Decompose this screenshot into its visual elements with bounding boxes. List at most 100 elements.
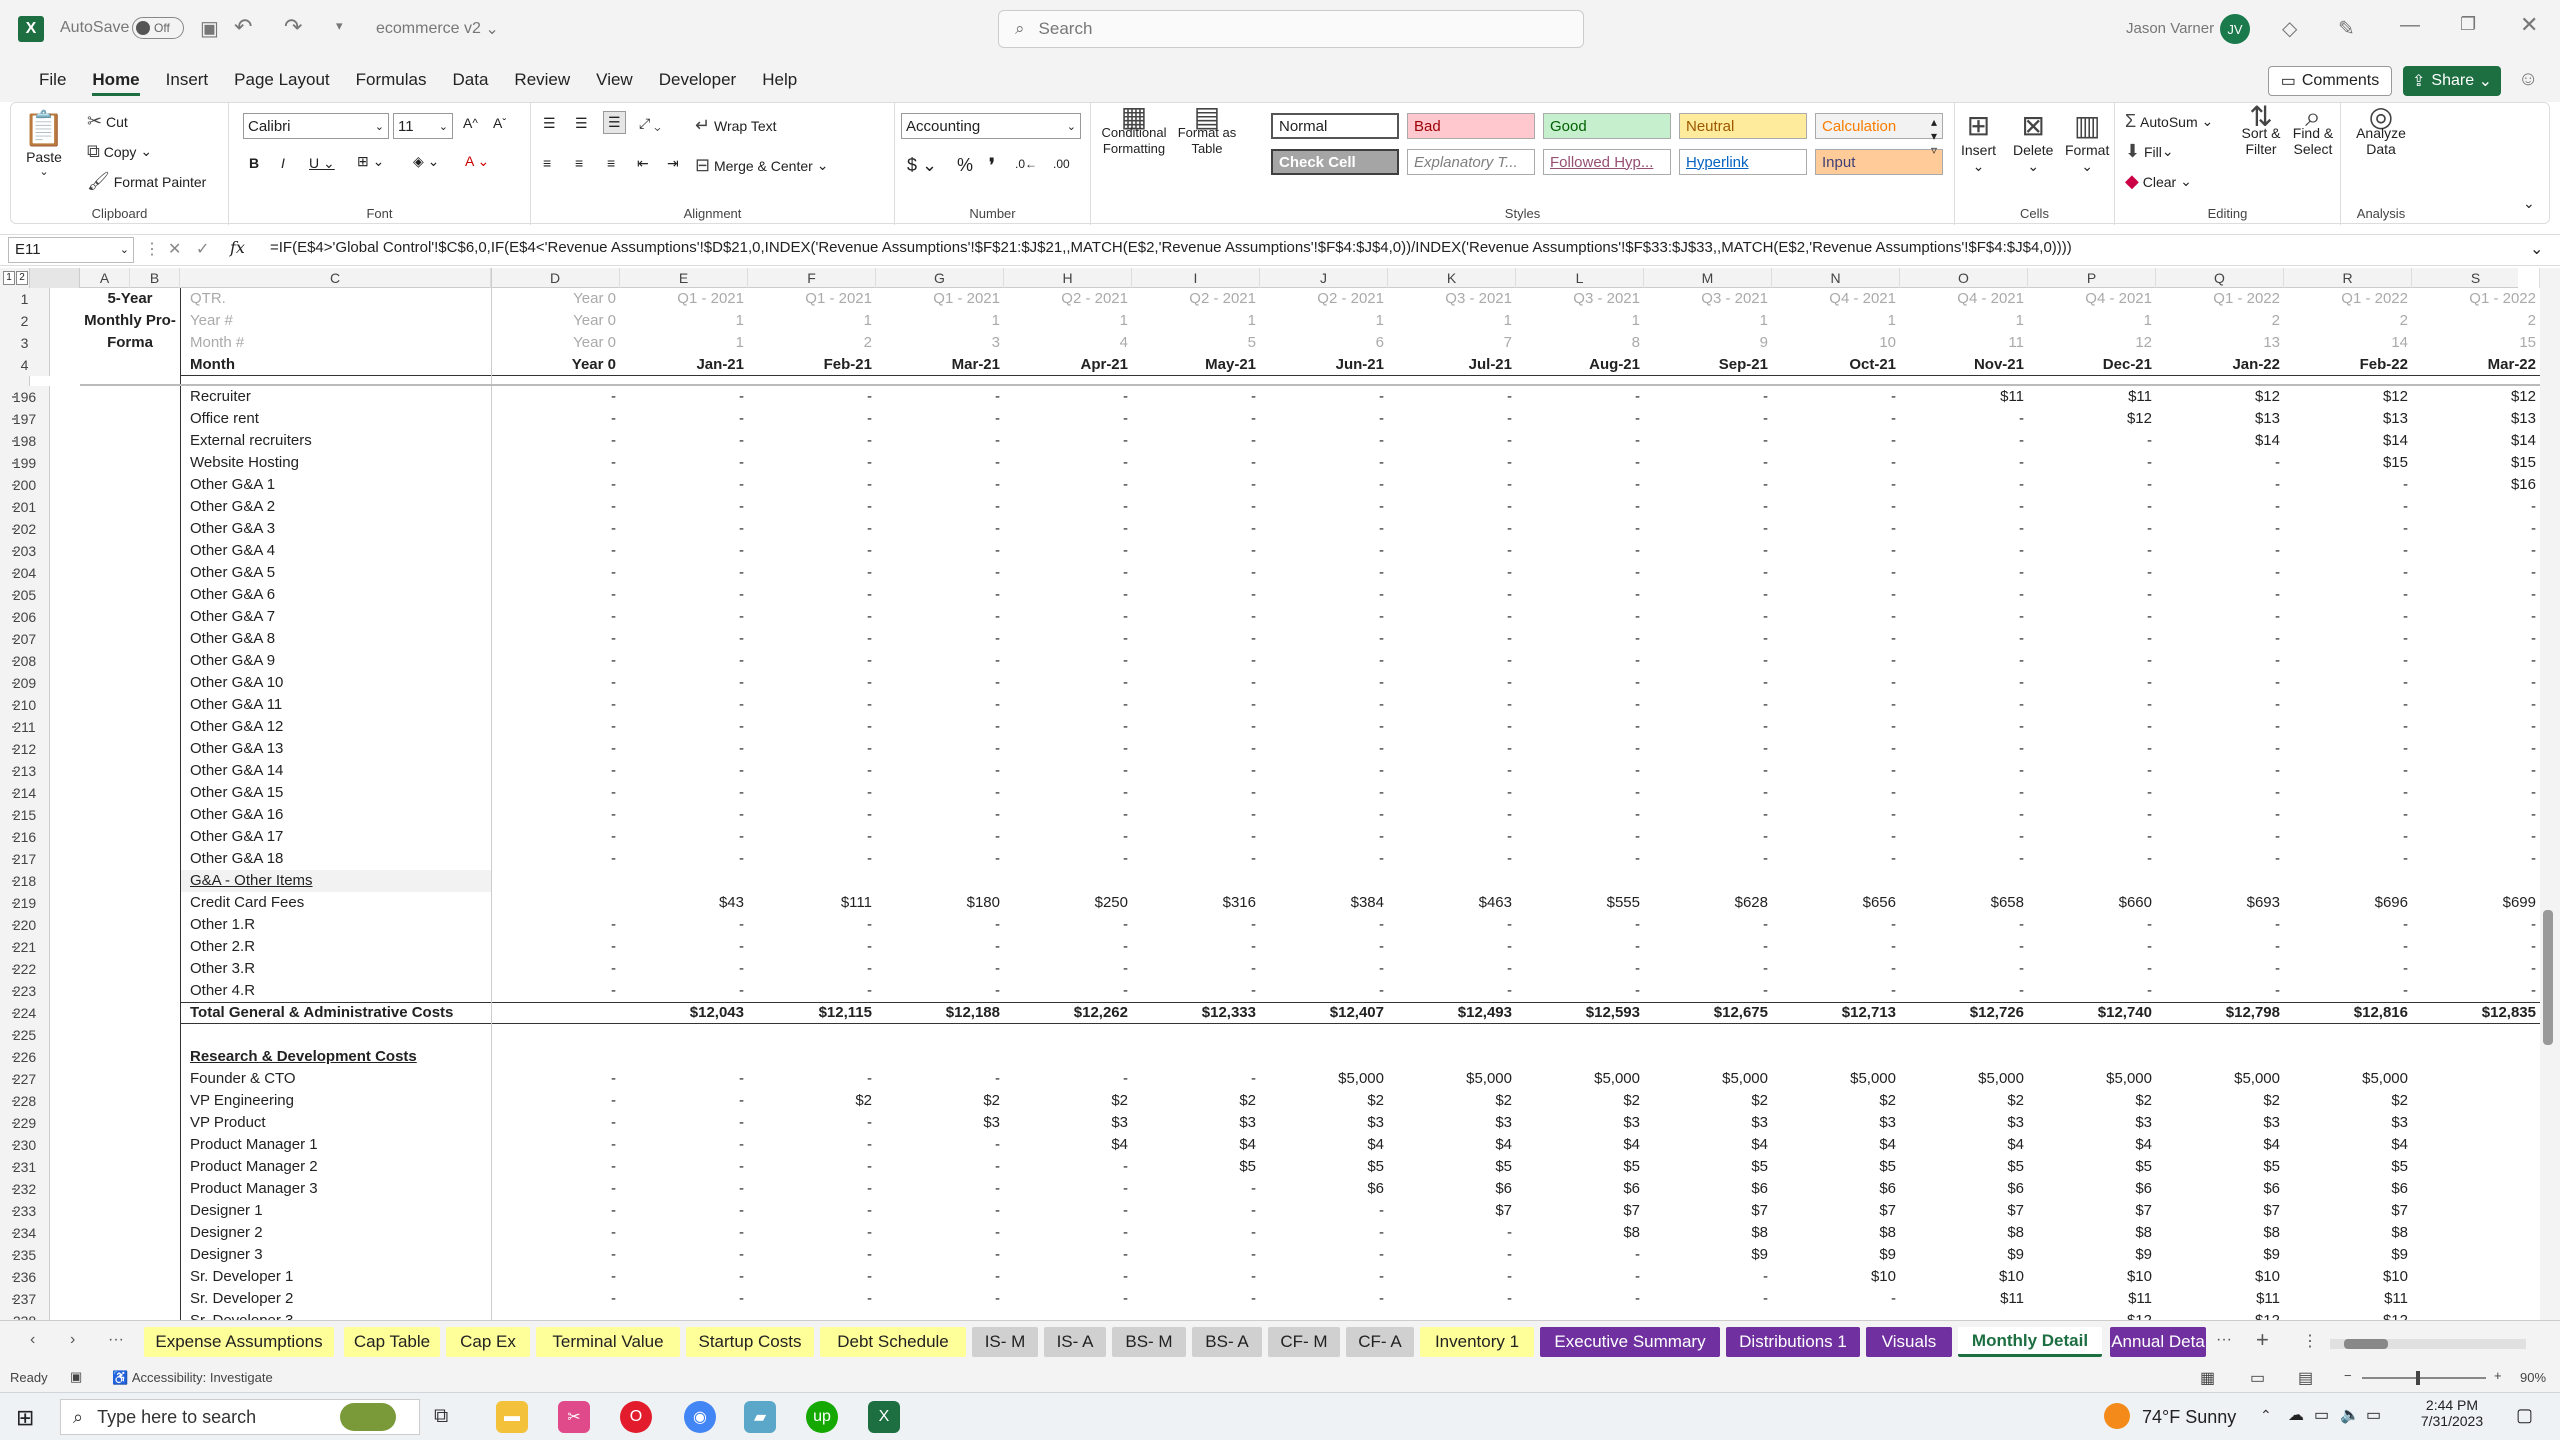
- row-header[interactable]: 211: [0, 716, 50, 738]
- data-cell[interactable]: -: [1388, 1310, 1516, 1320]
- data-cell[interactable]: -: [2156, 628, 2284, 650]
- data-cell[interactable]: -: [1132, 540, 1260, 562]
- cell-style-bad[interactable]: Bad: [1407, 113, 1535, 139]
- data-cell[interactable]: -: [1004, 518, 1132, 540]
- data-cell[interactable]: [2412, 1244, 2540, 1266]
- data-cell[interactable]: -: [620, 936, 748, 958]
- sheet-tab-bs-a[interactable]: BS- A: [1192, 1327, 1262, 1357]
- data-cell[interactable]: -: [748, 760, 876, 782]
- data-cell[interactable]: -: [491, 496, 620, 518]
- data-cell[interactable]: -: [1900, 914, 2028, 936]
- row-header[interactable]: 208: [0, 650, 50, 672]
- data-cell[interactable]: -: [1260, 760, 1388, 782]
- data-cell[interactable]: -: [491, 1288, 620, 1310]
- data-cell[interactable]: -: [1900, 804, 2028, 826]
- row-header[interactable]: 4: [0, 354, 50, 376]
- row-header[interactable]: 237: [0, 1288, 50, 1310]
- data-cell[interactable]: -: [876, 958, 1004, 980]
- data-cell[interactable]: -: [1132, 738, 1260, 760]
- data-cell[interactable]: -: [1772, 606, 1900, 628]
- data-cell[interactable]: $2: [1260, 1090, 1388, 1112]
- row-header[interactable]: 215: [0, 804, 50, 826]
- data-cell[interactable]: $5,000: [1644, 1068, 1772, 1090]
- data-cell[interactable]: -: [1772, 562, 1900, 584]
- row-label[interactable]: Website Hosting: [180, 452, 491, 474]
- data-cell[interactable]: $5,000: [2284, 1068, 2412, 1090]
- data-cell[interactable]: -: [491, 452, 620, 474]
- row-label[interactable]: Other G&A 4: [180, 540, 491, 562]
- menu-tab-help[interactable]: Help: [749, 58, 810, 102]
- data-cell[interactable]: -: [748, 628, 876, 650]
- data-cell[interactable]: $2: [1388, 1090, 1516, 1112]
- data-cell[interactable]: -: [1772, 848, 1900, 870]
- data-cell[interactable]: -: [1900, 826, 2028, 848]
- data-cell[interactable]: -: [1132, 958, 1260, 980]
- outline-level-1[interactable]: 1: [3, 271, 15, 285]
- data-cell[interactable]: -: [1004, 958, 1132, 980]
- data-cell[interactable]: $3: [876, 1112, 1004, 1134]
- menu-tab-insert[interactable]: Insert: [153, 58, 222, 102]
- data-cell[interactable]: -: [1900, 562, 2028, 584]
- borders-icon[interactable]: ⊞ ⌄: [357, 153, 384, 170]
- data-cell[interactable]: -: [1644, 782, 1772, 804]
- data-cell[interactable]: -: [1516, 936, 1644, 958]
- data-cell[interactable]: -: [2284, 958, 2412, 980]
- row-label[interactable]: Designer 2: [180, 1222, 491, 1244]
- data-cell[interactable]: $9: [2028, 1244, 2156, 1266]
- data-cell[interactable]: -: [1260, 386, 1388, 408]
- data-cell[interactable]: -: [1644, 804, 1772, 826]
- data-cell[interactable]: $3: [1516, 1112, 1644, 1134]
- feedback-icon[interactable]: ☺: [2518, 68, 2538, 91]
- data-cell[interactable]: -: [876, 518, 1004, 540]
- data-cell[interactable]: -: [620, 1112, 748, 1134]
- align-middle-icon[interactable]: ☰: [575, 115, 588, 132]
- data-cell[interactable]: -: [1644, 628, 1772, 650]
- data-cell[interactable]: -: [876, 760, 1004, 782]
- data-cell[interactable]: -: [1260, 628, 1388, 650]
- cell-style-explanatory-t[interactable]: Explanatory T...: [1407, 149, 1535, 175]
- data-cell[interactable]: -: [1260, 716, 1388, 738]
- data-cell[interactable]: -: [2412, 914, 2540, 936]
- redo-icon[interactable]: ↷: [284, 14, 302, 40]
- data-cell[interactable]: -: [2284, 518, 2412, 540]
- data-cell[interactable]: -: [1644, 408, 1772, 430]
- data-cell[interactable]: $7: [1900, 1200, 2028, 1222]
- tray-chevron-icon[interactable]: ⌃: [2260, 1407, 2272, 1424]
- data-cell[interactable]: -: [1132, 584, 1260, 606]
- row-header[interactable]: 232: [0, 1178, 50, 1200]
- data-cell[interactable]: -: [491, 518, 620, 540]
- data-cell[interactable]: -: [491, 1200, 620, 1222]
- prev-sheet-icon[interactable]: ‹: [30, 1331, 35, 1349]
- data-cell[interactable]: -: [620, 760, 748, 782]
- data-cell[interactable]: -: [1388, 650, 1516, 672]
- data-cell[interactable]: -: [491, 782, 620, 804]
- sheet-tab-cf-m[interactable]: CF- M: [1268, 1327, 1340, 1357]
- data-cell[interactable]: -: [491, 540, 620, 562]
- data-cell[interactable]: -: [2284, 738, 2412, 760]
- data-cell[interactable]: -: [491, 1068, 620, 1090]
- conditional-formatting-button[interactable]: ▦ Conditional Formatting: [1099, 103, 1169, 157]
- row-header[interactable]: 230: [0, 1134, 50, 1156]
- data-cell[interactable]: -: [876, 936, 1004, 958]
- save-icon[interactable]: ▣: [200, 16, 219, 41]
- collapse-ribbon-icon[interactable]: ⌄: [2523, 195, 2535, 212]
- data-cell[interactable]: $3: [2028, 1112, 2156, 1134]
- data-cell[interactable]: -: [2028, 914, 2156, 936]
- data-cell[interactable]: -: [1516, 848, 1644, 870]
- data-cell[interactable]: -: [1772, 826, 1900, 848]
- row-label[interactable]: Office rent: [180, 408, 491, 430]
- data-cell[interactable]: $15: [2284, 452, 2412, 474]
- data-cell[interactable]: -: [1516, 386, 1644, 408]
- row-header[interactable]: 238: [0, 1310, 50, 1320]
- sheet-tab-is-a[interactable]: IS- A: [1044, 1327, 1106, 1357]
- data-cell[interactable]: -: [1260, 452, 1388, 474]
- row-label[interactable]: Other G&A 16: [180, 804, 491, 826]
- data-cell[interactable]: -: [2412, 936, 2540, 958]
- column-header-p[interactable]: P: [2028, 268, 2156, 288]
- data-cell[interactable]: -: [1900, 716, 2028, 738]
- data-cell[interactable]: -: [1132, 1068, 1260, 1090]
- data-cell[interactable]: -: [2028, 760, 2156, 782]
- data-cell[interactable]: -: [876, 694, 1004, 716]
- data-cell[interactable]: -: [2284, 694, 2412, 716]
- data-cell[interactable]: $2: [1132, 1090, 1260, 1112]
